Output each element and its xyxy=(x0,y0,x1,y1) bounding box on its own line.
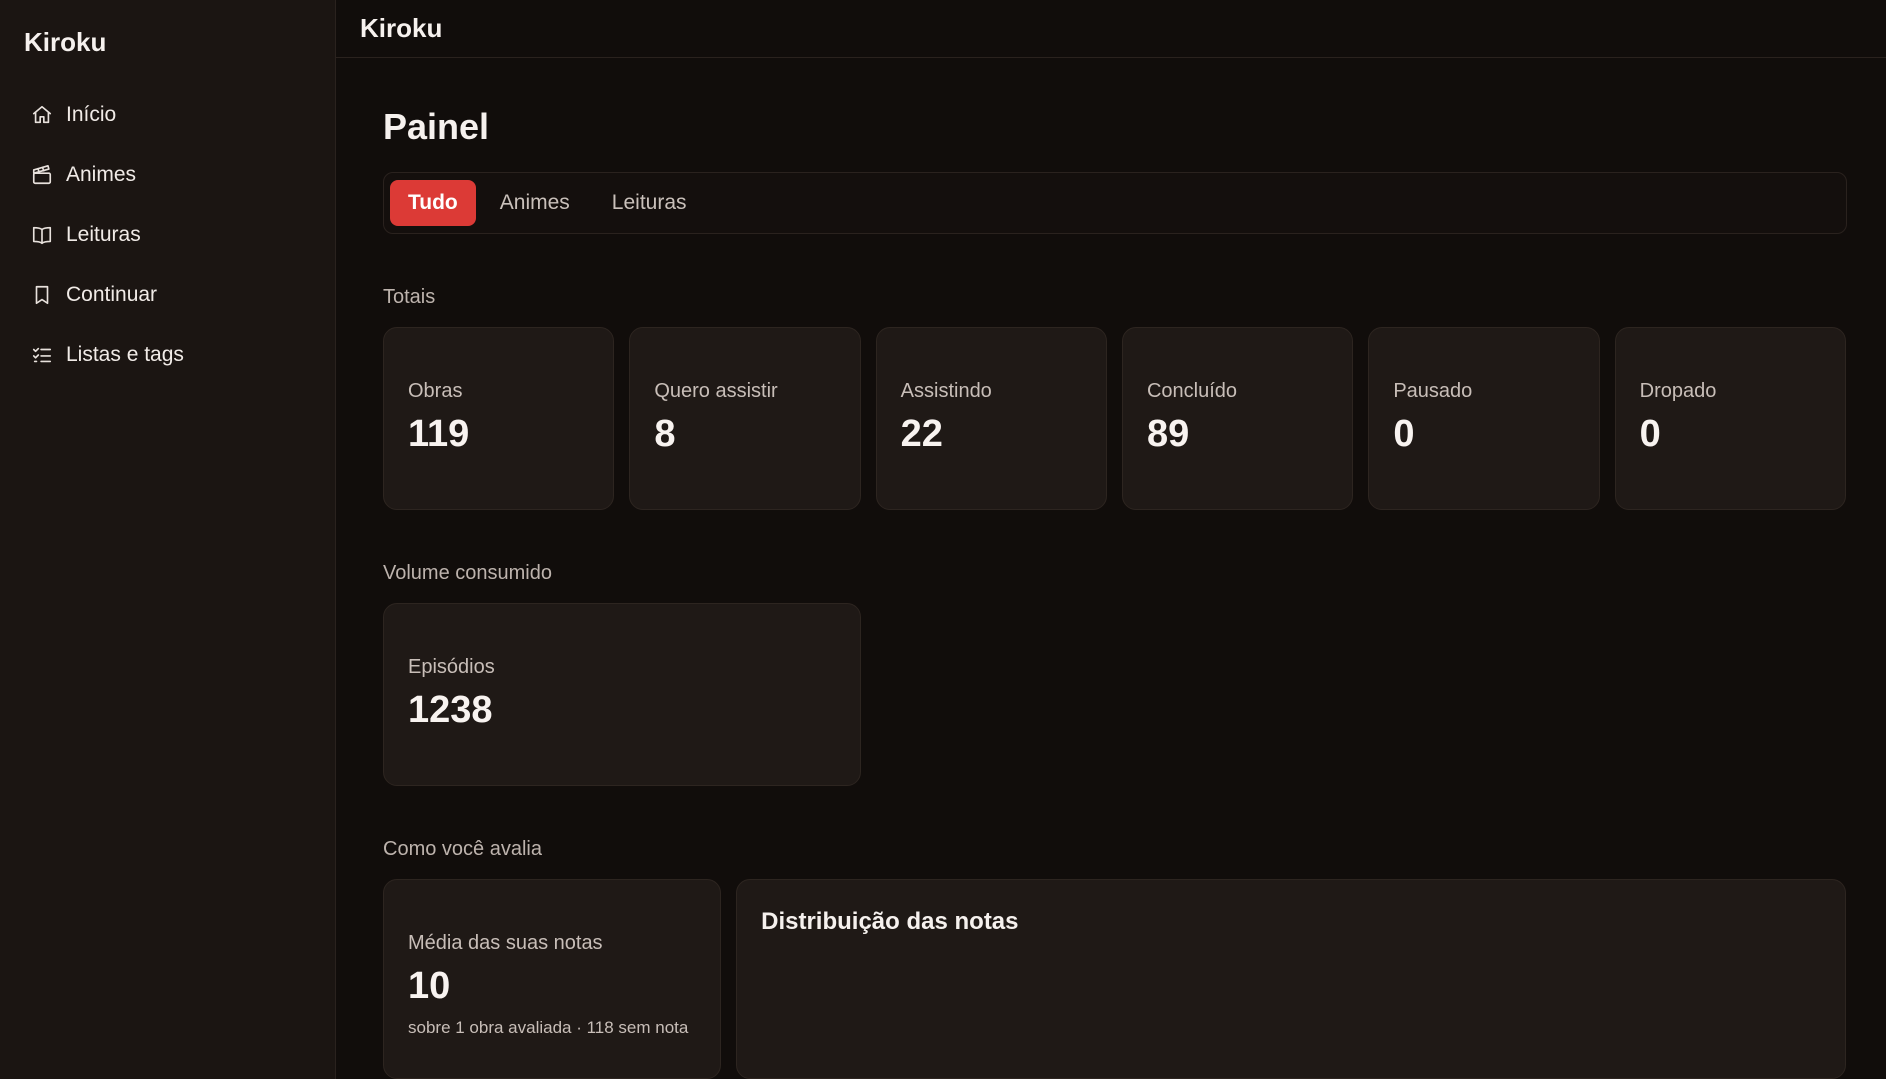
stat-value: 8 xyxy=(654,413,676,455)
stat-label: Assistindo xyxy=(900,380,992,402)
stat-value: 22 xyxy=(900,413,943,455)
sidebar-item-inicio[interactable]: Início xyxy=(20,90,315,140)
rating-row: Média das suas notas 10 sobre 1 obra ava… xyxy=(383,879,1846,1079)
stat-card-dropado: Dropado 0 xyxy=(1614,327,1846,510)
sidebar-item-continuar[interactable]: Continuar xyxy=(20,270,315,320)
sidebar-item-label: Listas e tags xyxy=(66,343,184,366)
stat-value: 1238 xyxy=(408,689,493,731)
dashboard-content: Painel Tudo Animes Leituras Totais Obras… xyxy=(336,58,1886,1079)
sidebar-item-label: Animes xyxy=(66,163,137,186)
sidebar-item-label: Leituras xyxy=(66,223,141,246)
stat-card-average-rating: Média das suas notas 10 sobre 1 obra ava… xyxy=(383,879,722,1079)
stat-card-obras: Obras 119 xyxy=(383,327,615,510)
clapperboard-icon xyxy=(30,163,54,187)
sidebar-item-listas-e-tags[interactable]: Listas e tags xyxy=(20,330,315,380)
sidebar: Kiroku Início Animes Leituras Continuar … xyxy=(0,0,336,1079)
bookmark-icon xyxy=(30,283,54,307)
stat-card-concluido: Concluído 89 xyxy=(1121,327,1354,510)
tab-tudo[interactable]: Tudo xyxy=(390,180,476,226)
sidebar-item-label: Início xyxy=(66,103,117,126)
home-icon xyxy=(30,103,54,127)
volume-row: Episódios 1238 xyxy=(383,603,1846,786)
stat-value: 0 xyxy=(1639,413,1661,455)
stat-value: 89 xyxy=(1146,413,1190,455)
sidebar-item-leituras[interactable]: Leituras xyxy=(20,210,315,260)
totals-row: Obras 119 Quero assistir 8 Assistindo 22… xyxy=(383,327,1846,510)
stat-label: Pausado xyxy=(1393,380,1473,402)
stat-card-quero-assistir: Quero assistir 8 xyxy=(629,327,861,510)
stat-label: Média das suas notas xyxy=(408,932,603,954)
topbar-title: Kiroku xyxy=(336,0,1886,58)
stat-label: Obras xyxy=(408,380,463,402)
rating-distribution-title: Distribuição das notas xyxy=(761,908,1019,935)
stat-value: 10 xyxy=(408,965,451,1007)
stat-label: Quero assistir xyxy=(654,380,778,402)
section-title-rating: Como você avalia xyxy=(383,838,542,860)
stat-card-pausado: Pausado 0 xyxy=(1368,327,1600,510)
sidebar-item-label: Continuar xyxy=(66,283,158,306)
stat-label: Dropado xyxy=(1639,380,1717,402)
main: Kiroku Painel Tudo Animes Leituras Totai… xyxy=(336,0,1886,1079)
section-title-volume: Volume consumido xyxy=(383,562,552,584)
sidebar-nav: Início Animes Leituras Continuar Listas … xyxy=(0,90,335,380)
book-icon xyxy=(30,223,54,247)
stat-value: 0 xyxy=(1393,413,1415,455)
filter-tabs: Tudo Animes Leituras xyxy=(383,172,1847,234)
section-title-totals: Totais xyxy=(383,286,436,308)
stat-value: 119 xyxy=(408,413,470,455)
stat-subtext: sobre 1 obra avaliada · 118 sem nota xyxy=(408,1018,689,1037)
tab-leituras[interactable]: Leituras xyxy=(594,180,705,226)
stat-card-episodios: Episódios 1238 xyxy=(383,603,861,786)
stat-label: Episódios xyxy=(408,656,495,678)
sidebar-brand[interactable]: Kiroku xyxy=(0,0,335,84)
app: Kiroku Início Animes Leituras Continuar … xyxy=(0,0,1886,1079)
stat-card-assistindo: Assistindo 22 xyxy=(875,327,1107,510)
stat-label: Concluído xyxy=(1146,380,1238,402)
tab-animes[interactable]: Animes xyxy=(482,180,588,226)
list-checks-icon xyxy=(30,343,54,367)
sidebar-item-animes[interactable]: Animes xyxy=(20,150,315,200)
rating-distribution-card: Distribuição das notas xyxy=(736,879,1846,1079)
page-title: Painel xyxy=(383,106,490,147)
